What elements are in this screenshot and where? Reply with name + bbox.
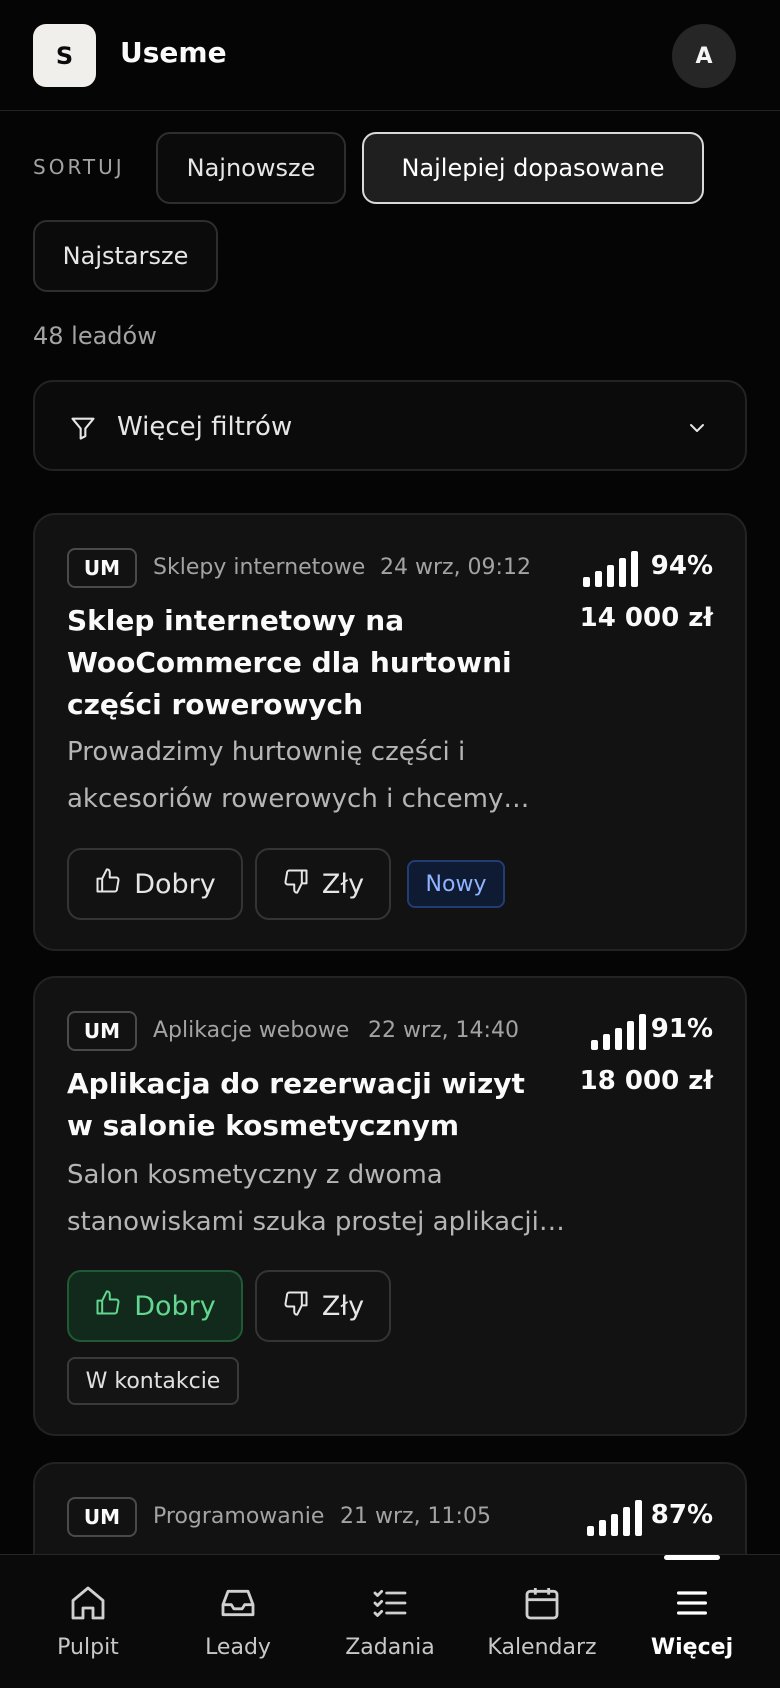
chevron-down-icon [685, 416, 709, 444]
rate-bad-label: Zły [321, 1290, 365, 1322]
lead-description: Salon kosmetyczny z dwoma stanowiskami s… [67, 1160, 565, 1237]
source-badge: UM [67, 1497, 137, 1537]
match-percent: 94% [650, 551, 713, 581]
lead-date: 22 wrz, 14:40 [368, 1018, 519, 1043]
nav-label: Kalendarz [487, 1635, 597, 1660]
match-signal-icon [587, 1498, 645, 1536]
lead-budget: 14 000 zł [579, 603, 713, 633]
nav-label: Leady [205, 1635, 271, 1660]
sort-label: SORTUJ [33, 155, 125, 179]
nav-item-pulpit[interactable]: Pulpit [10, 1555, 166, 1688]
nav-item-wiecej[interactable]: Więcej [614, 1555, 770, 1688]
calendar-icon [522, 1583, 562, 1623]
more-filters-toggle[interactable]: Więcej filtrów [33, 380, 747, 471]
nav-label: Więcej [650, 1635, 734, 1660]
lead-title[interactable]: Aplikacja do rezerwacji wizyt w salonie … [67, 1063, 547, 1147]
nav-label: Pulpit [57, 1635, 119, 1660]
lead-count: 48 leadów [33, 322, 157, 350]
match-signal-icon [591, 1012, 649, 1050]
match-signal-icon [583, 549, 641, 587]
app-name: Useme [120, 36, 227, 69]
menu-icon [672, 1583, 712, 1623]
checklist-icon [370, 1583, 410, 1623]
lead-date: 21 wrz, 11:05 [340, 1504, 491, 1529]
thumbs-down-icon [282, 1289, 310, 1324]
thumbs-up-icon [94, 1289, 122, 1324]
sort-option-oldest[interactable]: Najstarsze [33, 220, 218, 292]
match-percent: 87% [650, 1500, 713, 1530]
app-header: S Useme A [0, 0, 780, 111]
match-percent: 91% [650, 1014, 713, 1044]
bottom-nav: Pulpit Leady Zadania Kalendarz Więcej [0, 1554, 780, 1688]
status-badge: W kontakcie [67, 1357, 239, 1405]
more-filters-label: Więcej filtrów [117, 412, 293, 442]
thumbs-down-icon [282, 867, 310, 902]
lead-date: 24 wrz, 09:12 [380, 555, 531, 580]
sort-option-best-match[interactable]: Najlepiej dopasowane [362, 132, 704, 204]
lead-budget: 18 000 zł [579, 1066, 713, 1096]
nav-item-leady[interactable]: Leady [160, 1555, 316, 1688]
user-avatar[interactable]: A [672, 24, 736, 88]
rate-good-label: Dobry [134, 868, 216, 900]
sort-option-newest[interactable]: Najnowsze [156, 132, 346, 204]
lead-card[interactable]: UM Sklepy internetowe 24 wrz, 09:12 94% … [33, 513, 747, 951]
nav-label: Zadania [345, 1635, 435, 1660]
rate-good-label: Dobry [134, 1290, 216, 1322]
inbox-icon [218, 1583, 258, 1623]
nav-item-kalendarz[interactable]: Kalendarz [464, 1555, 620, 1688]
thumbs-up-icon [94, 867, 122, 902]
lead-card[interactable]: UM Aplikacje webowe 22 wrz, 14:40 91% 18… [33, 976, 747, 1436]
app-logo[interactable]: S [33, 24, 96, 87]
lead-category: Aplikacje webowe [153, 1018, 350, 1043]
rate-bad-button[interactable]: Zły [255, 1270, 391, 1342]
rate-bad-label: Zły [321, 868, 365, 900]
filter-icon [69, 414, 97, 446]
source-badge: UM [67, 1011, 137, 1051]
app-root: S Useme A SORTUJ Najnowsze Najlepiej dop… [0, 0, 780, 1688]
lead-description: Prowadzimy hurtownię części i akcesoriów… [67, 737, 530, 814]
rate-good-button[interactable]: Dobry [67, 1270, 243, 1342]
lead-category: Programowanie [153, 1504, 325, 1529]
lead-category: Sklepy internetowe [153, 555, 366, 580]
rate-good-button[interactable]: Dobry [67, 848, 243, 920]
lead-title[interactable]: Sklep internetowy na WooCommerce dla hur… [67, 600, 547, 726]
nav-item-zadania[interactable]: Zadania [312, 1555, 468, 1688]
rate-bad-button[interactable]: Zły [255, 848, 391, 920]
status-badge: Nowy [407, 860, 505, 908]
source-badge: UM [67, 548, 137, 588]
home-icon [68, 1583, 108, 1623]
